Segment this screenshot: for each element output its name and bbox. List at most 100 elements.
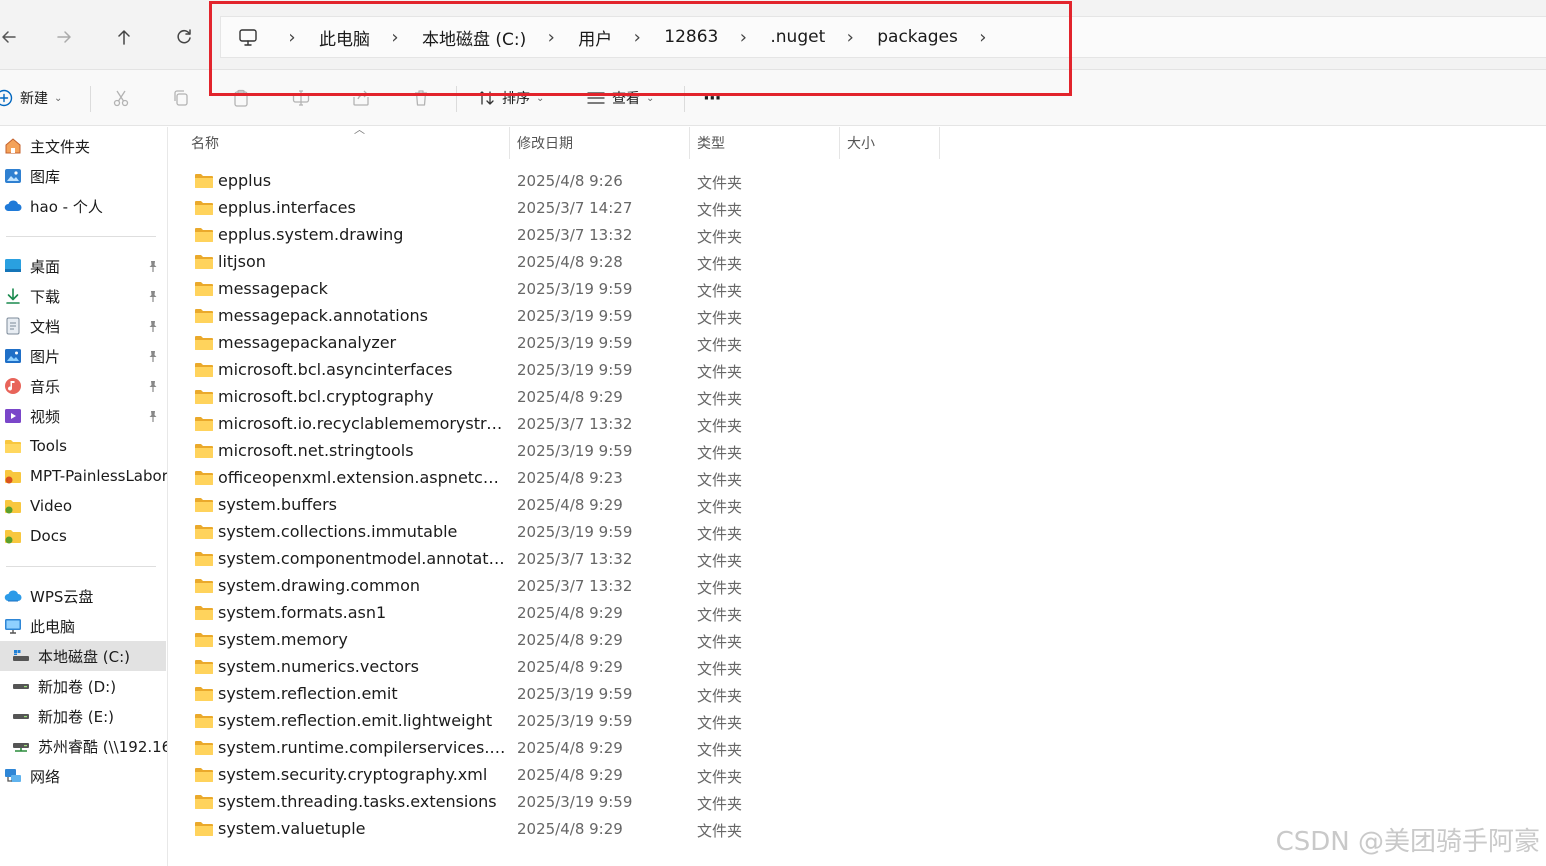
chevron-right-icon[interactable]: ›: [732, 27, 754, 48]
file-name[interactable]: system.valuetuple: [218, 819, 508, 838]
file-name[interactable]: microsoft.io.recyclablememorystream: [218, 414, 508, 433]
table-row[interactable]: microsoft.bcl.cryptography 2025/4/8 9:29 文…: [190, 383, 930, 410]
breadcrumb-5[interactable]: › packages ›: [831, 27, 1004, 48]
column-header-name[interactable]: 名称 ︿: [184, 123, 510, 159]
copy-button[interactable]: [171, 84, 191, 112]
breadcrumb-3[interactable]: › 12863: [618, 27, 724, 48]
sidebar-item-home[interactable]: 主文件夹: [0, 131, 166, 161]
file-name[interactable]: system.collections.immutable: [218, 522, 508, 541]
forward-button[interactable]: [49, 22, 79, 52]
breadcrumb-label[interactable]: 此电脑: [313, 25, 376, 50]
sidebar-item-desktop[interactable]: 桌面: [0, 251, 166, 281]
rename-button[interactable]: [291, 84, 311, 112]
table-row[interactable]: epplus 2025/4/8 9:26 文件夹: [190, 167, 930, 194]
file-name[interactable]: system.security.cryptography.xml: [218, 765, 508, 784]
address-bar[interactable]: › 此电脑 › 本地磁盘 (C:) › 用户 › 12863 › .nuget …: [220, 16, 1546, 58]
chevron-right-icon[interactable]: ›: [384, 27, 406, 48]
breadcrumb-0[interactable]: › 此电脑: [273, 25, 376, 50]
sidebar-item-network[interactable]: 网络: [0, 761, 166, 791]
sidebar-item-local-disk-c[interactable]: 本地磁盘 (C:): [0, 641, 166, 671]
table-row[interactable]: system.memory 2025/4/8 9:29 文件夹: [190, 626, 930, 653]
sidebar-item-docs[interactable]: Docs: [0, 521, 166, 551]
table-row[interactable]: messagepack 2025/3/19 9:59 文件夹: [190, 275, 930, 302]
chevron-right-icon[interactable]: ›: [626, 27, 648, 48]
breadcrumb-label[interactable]: 用户: [572, 25, 618, 50]
table-row[interactable]: system.security.cryptography.xml 2025/4/8…: [190, 761, 930, 788]
table-row[interactable]: officeopenxml.extension.aspnetcore 2025/4…: [190, 464, 930, 491]
file-name[interactable]: system.formats.asn1: [218, 603, 508, 622]
file-name[interactable]: officeopenxml.extension.aspnetcore: [218, 468, 508, 487]
back-button[interactable]: [0, 22, 24, 52]
pin-icon[interactable]: [146, 289, 160, 303]
column-header-size[interactable]: 大小: [840, 127, 940, 159]
column-header-type[interactable]: 类型: [690, 127, 840, 159]
sidebar-item-new-volume-e[interactable]: 新加卷 (E:): [0, 701, 166, 731]
file-name[interactable]: litjson: [218, 252, 508, 271]
table-row[interactable]: microsoft.net.stringtools 2025/3/19 9:59 文…: [190, 437, 930, 464]
file-name[interactable]: epplus.system.drawing: [218, 225, 508, 244]
file-name[interactable]: epplus: [218, 171, 508, 190]
table-row[interactable]: system.reflection.emit.lightweight 2025/3…: [190, 707, 930, 734]
file-name[interactable]: messagepack.annotations: [218, 306, 508, 325]
cut-button[interactable]: [111, 84, 131, 112]
share-button[interactable]: [351, 84, 371, 112]
refresh-button[interactable]: [169, 22, 199, 52]
paste-button[interactable]: [231, 84, 251, 112]
file-name[interactable]: system.buffers: [218, 495, 508, 514]
table-row[interactable]: messagepack.annotations 2025/3/19 9:59 文件夹: [190, 302, 930, 329]
this-pc-icon[interactable]: [237, 26, 259, 48]
file-name[interactable]: system.componentmodel.annotations: [218, 549, 508, 568]
sidebar-item-gallery[interactable]: 图库: [0, 161, 166, 191]
breadcrumb-label[interactable]: 12863: [658, 27, 724, 47]
table-row[interactable]: system.componentmodel.annotations 2025/3/…: [190, 545, 930, 572]
table-row[interactable]: system.buffers 2025/4/8 9:29 文件夹: [190, 491, 930, 518]
table-row[interactable]: messagepackanalyzer 2025/3/19 9:59 文件夹: [190, 329, 930, 356]
chevron-right-icon[interactable]: ›: [972, 27, 994, 48]
view-button[interactable]: 查看 ⌄: [586, 84, 654, 112]
table-row[interactable]: system.drawing.common 2025/3/7 13:32 文件夹: [190, 572, 930, 599]
new-button[interactable]: 新建 ⌄: [0, 84, 62, 112]
pin-icon[interactable]: [146, 409, 160, 423]
sidebar-item-wps-cloud[interactable]: WPS云盘: [0, 581, 166, 611]
breadcrumb-label[interactable]: .nuget: [764, 27, 831, 47]
table-row[interactable]: epplus.interfaces 2025/3/7 14:27 文件夹: [190, 194, 930, 221]
breadcrumb-4[interactable]: › .nuget: [724, 27, 831, 48]
chevron-right-icon[interactable]: ›: [839, 27, 861, 48]
file-name[interactable]: system.threading.tasks.extensions: [218, 792, 508, 811]
more-options-button[interactable]: ···: [703, 84, 721, 112]
delete-button[interactable]: [411, 84, 431, 112]
breadcrumb-1[interactable]: › 本地磁盘 (C:): [376, 25, 532, 50]
chevron-right-icon[interactable]: ›: [281, 27, 303, 48]
file-name[interactable]: microsoft.bcl.cryptography: [218, 387, 508, 406]
sidebar-item-tools[interactable]: Tools: [0, 431, 166, 461]
table-row[interactable]: epplus.system.drawing 2025/3/7 13:32 文件夹: [190, 221, 930, 248]
pin-icon[interactable]: [146, 259, 160, 273]
table-row[interactable]: system.runtime.compilerservices.uns... 20…: [190, 734, 930, 761]
sidebar-item-mpt-painlesslabor[interactable]: MPT-PainlessLabor: [0, 461, 167, 491]
table-row[interactable]: system.valuetuple 2025/4/8 9:29 文件夹: [190, 815, 930, 842]
pin-icon[interactable]: [146, 319, 160, 333]
up-button[interactable]: [109, 22, 139, 52]
sidebar-item-music[interactable]: 音乐: [0, 371, 166, 401]
table-row[interactable]: system.numerics.vectors 2025/4/8 9:29 文件夹: [190, 653, 930, 680]
chevron-right-icon[interactable]: ›: [540, 27, 562, 48]
file-name[interactable]: system.runtime.compilerservices.uns...: [218, 738, 508, 757]
sort-button[interactable]: 排序 ⌄: [476, 84, 544, 112]
sidebar-item-onedrive[interactable]: hao - 个人: [0, 191, 166, 221]
sidebar-item-new-volume-d[interactable]: 新加卷 (D:): [0, 671, 166, 701]
table-row[interactable]: system.collections.immutable 2025/3/19 9:…: [190, 518, 930, 545]
sidebar-item-videos[interactable]: 视频: [0, 401, 166, 431]
sidebar-item-pictures[interactable]: 图片: [0, 341, 166, 371]
breadcrumb-label[interactable]: 本地磁盘 (C:): [416, 25, 532, 50]
breadcrumb-label[interactable]: packages: [871, 27, 964, 47]
table-row[interactable]: system.formats.asn1 2025/4/8 9:29 文件夹: [190, 599, 930, 626]
column-header-date[interactable]: 修改日期: [510, 127, 690, 159]
file-name[interactable]: microsoft.bcl.asyncinterfaces: [218, 360, 508, 379]
file-name[interactable]: messagepackanalyzer: [218, 333, 508, 352]
table-row[interactable]: microsoft.io.recyclablememorystream 2025/…: [190, 410, 930, 437]
file-name[interactable]: system.reflection.emit.lightweight: [218, 711, 508, 730]
sidebar-item-downloads[interactable]: 下载: [0, 281, 166, 311]
table-row[interactable]: litjson 2025/4/8 9:28 文件夹: [190, 248, 930, 275]
table-row[interactable]: system.reflection.emit 2025/3/19 9:59 文件夹: [190, 680, 930, 707]
file-name[interactable]: system.drawing.common: [218, 576, 508, 595]
